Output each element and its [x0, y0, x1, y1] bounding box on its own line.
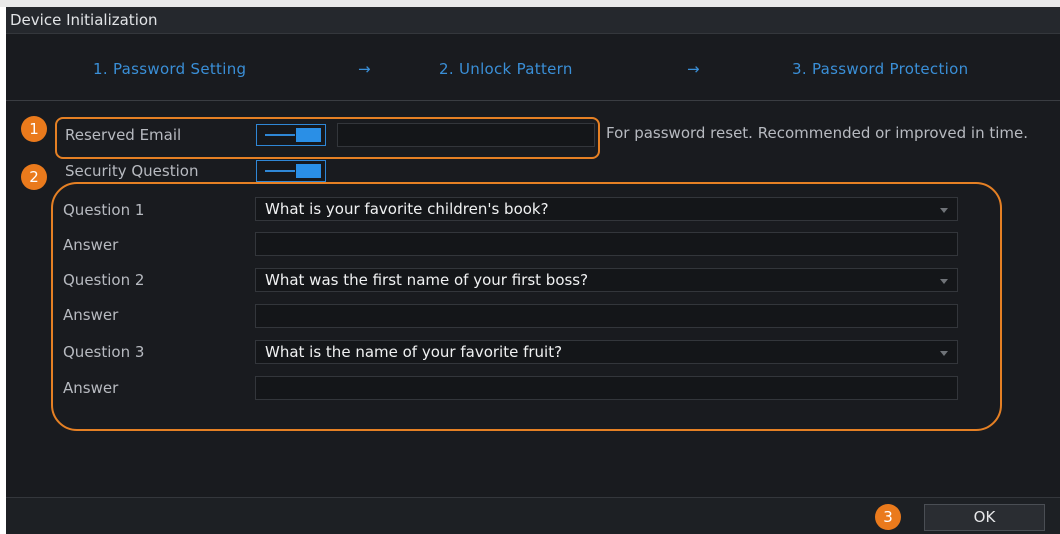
step-arrow-icon: →: [358, 60, 371, 78]
question-2-label: Question 2: [63, 271, 145, 289]
question-2-select[interactable]: What was the first name of your first bo…: [255, 268, 958, 292]
device-initialization-dialog: Device Initialization 1. Password Settin…: [6, 7, 1060, 534]
reserved-email-label: Reserved Email: [65, 126, 182, 144]
title-bar: Device Initialization: [6, 7, 1060, 34]
question-1-value: What is your favorite children's book?: [265, 200, 549, 218]
reserved-email-input[interactable]: [337, 123, 595, 147]
question-3-value: What is the name of your favorite fruit?: [265, 343, 563, 361]
window-title: Device Initialization: [10, 11, 158, 29]
question-3-select[interactable]: What is the name of your favorite fruit?: [255, 340, 958, 364]
annotation-badge-1: 1: [21, 116, 47, 142]
question-1-label: Question 1: [63, 201, 145, 219]
top-strip: [0, 0, 1060, 7]
chevron-down-icon: [940, 279, 948, 284]
answer-2-label: Answer: [63, 306, 119, 324]
answer-3-label: Answer: [63, 379, 119, 397]
annotation-badge-2: 2: [21, 164, 47, 190]
question-2-value: What was the first name of your first bo…: [265, 271, 589, 289]
toggle-track: [265, 134, 295, 136]
reserved-email-toggle[interactable]: [256, 124, 326, 146]
question-1-select[interactable]: What is your favorite children's book?: [255, 197, 958, 221]
step-indicator: 1. Password Setting → 2. Unlock Pattern …: [6, 60, 1060, 84]
footer-bar: [6, 497, 1060, 534]
security-question-label: Security Question: [65, 162, 199, 180]
chevron-down-icon: [940, 208, 948, 213]
answer-1-input[interactable]: [255, 232, 958, 256]
step-password-setting: 1. Password Setting: [93, 60, 247, 78]
question-3-label: Question 3: [63, 343, 145, 361]
divider: [6, 100, 1060, 101]
chevron-down-icon: [940, 351, 948, 356]
answer-1-label: Answer: [63, 236, 119, 254]
ok-button[interactable]: OK: [924, 504, 1045, 531]
toggle-knob: [296, 164, 321, 178]
step-unlock-pattern: 2. Unlock Pattern: [439, 60, 573, 78]
security-question-toggle[interactable]: [256, 160, 326, 182]
annotation-badge-3: 3: [875, 504, 901, 530]
toggle-knob: [296, 128, 321, 142]
step-arrow-icon: →: [687, 60, 700, 78]
toggle-track: [265, 170, 295, 172]
answer-3-input[interactable]: [255, 376, 958, 400]
password-reset-hint: For password reset. Recommended or impro…: [606, 124, 1029, 142]
step-password-protection: 3. Password Protection: [792, 60, 969, 78]
answer-2-input[interactable]: [255, 304, 958, 328]
